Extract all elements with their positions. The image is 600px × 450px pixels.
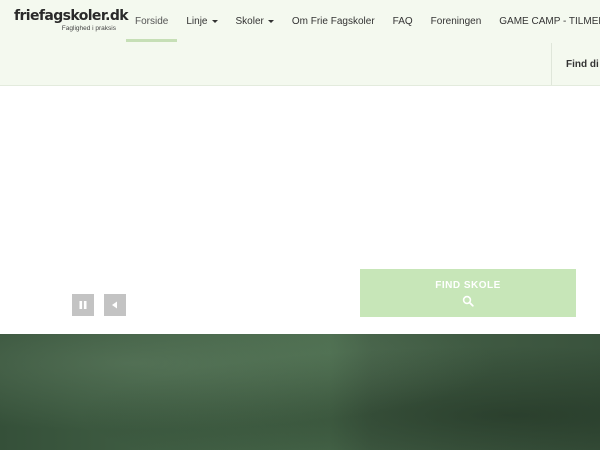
- nav-item-faq[interactable]: FAQ: [384, 0, 422, 42]
- hero-banner-image: [0, 334, 600, 450]
- caret-down-icon: [267, 19, 274, 23]
- nav-item-label: Forside: [135, 15, 169, 27]
- nav-item-label: Skoler: [235, 15, 264, 27]
- triangle-left-icon: [112, 301, 117, 309]
- find-skole-button[interactable]: FIND SKOLE: [360, 269, 576, 317]
- find-school-nav-link[interactable]: Find di: [551, 43, 599, 85]
- find-school-nav-label: Find di: [566, 58, 599, 70]
- nav-item-linje[interactable]: Linje: [177, 0, 226, 42]
- nav-item-label: Om Frie Fagskoler: [291, 15, 375, 27]
- logo-title: friefagskoler.dk: [14, 8, 129, 24]
- slider-pause-button[interactable]: [72, 294, 94, 316]
- slider-prev-button[interactable]: [104, 294, 126, 316]
- nav-item-label: FAQ: [392, 15, 413, 27]
- caret-down-icon: [211, 19, 218, 23]
- nav-item-game-camp[interactable]: GAME CAMP - TILMELDIN: [490, 0, 600, 42]
- find-skole-label: FIND SKOLE: [435, 279, 501, 291]
- nav-item-skoler[interactable]: Skoler: [227, 0, 283, 42]
- nav-item-om-frie-fagskoler[interactable]: Om Frie Fagskoler: [283, 0, 384, 42]
- nav-item-label: GAME CAMP - TILMELDIN: [499, 15, 600, 27]
- site-logo[interactable]: friefagskoler.dk Faglighed i praksis: [14, 8, 129, 33]
- nav-item-label: Linje: [186, 15, 208, 27]
- pause-icon: [79, 301, 87, 309]
- main-nav: Forside Linje Skoler Om Frie Fagskoler F…: [126, 0, 600, 42]
- site-header: friefagskoler.dk Faglighed i praksis For…: [0, 0, 600, 86]
- nav-item-label: Foreningen: [430, 15, 482, 27]
- nav-item-forside[interactable]: Forside: [126, 0, 178, 42]
- nav-item-foreningen[interactable]: Foreningen: [422, 0, 491, 42]
- logo-subtitle: Faglighed i praksis: [61, 25, 116, 32]
- search-icon: [462, 295, 474, 307]
